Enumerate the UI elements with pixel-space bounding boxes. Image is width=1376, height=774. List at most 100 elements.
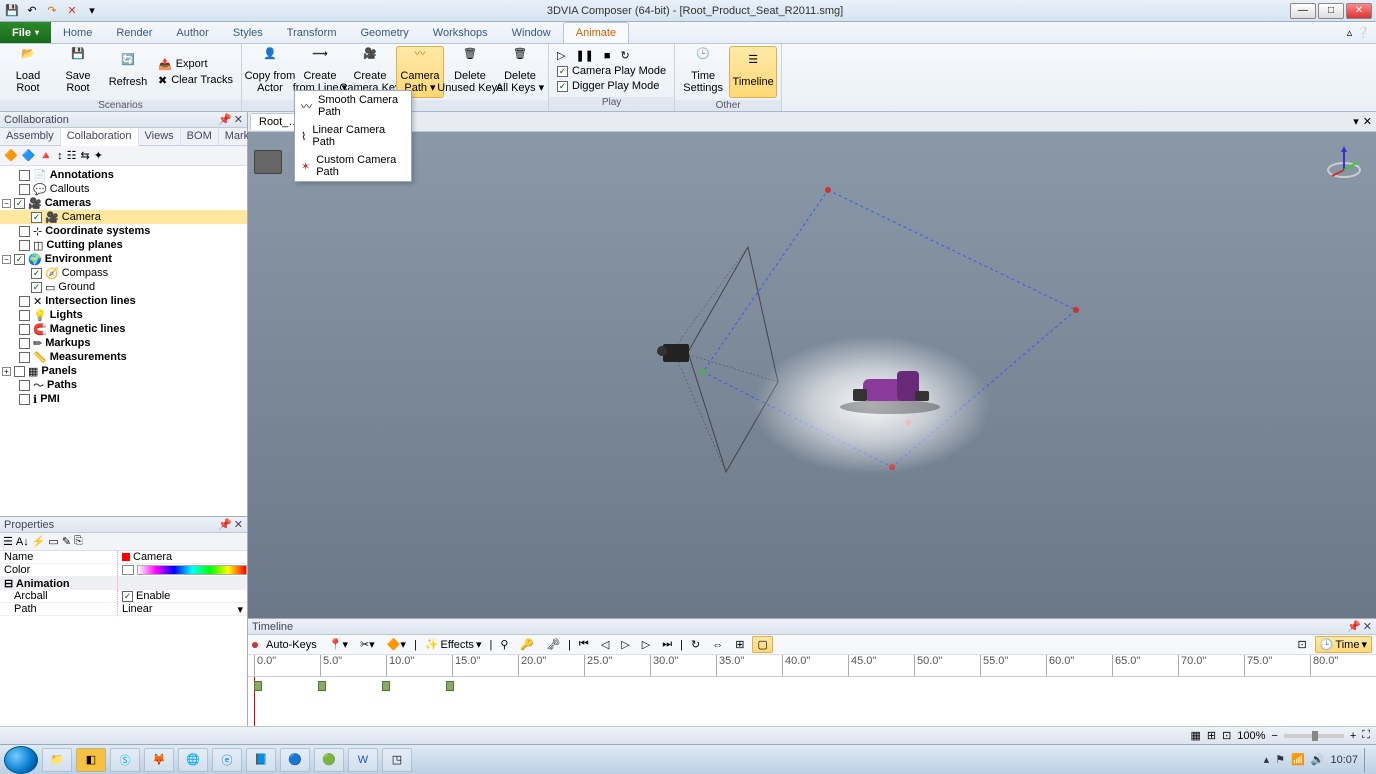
close-button[interactable]: ✕	[1346, 3, 1372, 19]
status-icon[interactable]: ▦	[1190, 729, 1200, 742]
viewport-compass[interactable]	[1324, 142, 1364, 182]
product-model[interactable]	[835, 365, 945, 415]
prop-row-name[interactable]: NameCamera	[0, 551, 247, 564]
tree-camera-item[interactable]: ✓🎥Camera	[0, 210, 247, 224]
loop-icon[interactable]: ↻	[617, 48, 634, 63]
show-desktop-button[interactable]	[1364, 748, 1372, 772]
taskbar-ie-icon[interactable]: ⓔ	[212, 748, 242, 772]
digger-play-mode-checkbox[interactable]: ✓Digger Play Mode	[553, 79, 670, 93]
maximize-button[interactable]: □	[1318, 3, 1344, 19]
tree-panels[interactable]: +▦Panels	[0, 364, 247, 378]
tab-styles[interactable]: Styles	[221, 22, 275, 43]
tool-icon[interactable]: 🔷	[22, 149, 36, 162]
prop-tool-icon[interactable]: ☰	[3, 535, 13, 548]
tray-volume-icon[interactable]: 🔊	[1311, 753, 1325, 766]
tab-workshops[interactable]: Workshops	[421, 22, 500, 43]
taskbar-app-icon[interactable]: 🟢	[314, 748, 344, 772]
prop-row-arcball[interactable]: Arcball✓Enable	[0, 590, 247, 603]
tab-window[interactable]: Window	[500, 22, 563, 43]
tree-measurements[interactable]: 📏Measurements	[0, 350, 247, 364]
viewport-menu-icon[interactable]: ▾	[1353, 115, 1359, 128]
taskbar-skype-icon[interactable]: Ⓢ	[110, 748, 140, 772]
panel-close-icon[interactable]: ✕	[234, 518, 243, 531]
time-mode-button[interactable]: 🕒 Time ▾	[1315, 636, 1372, 653]
camera-play-mode-checkbox[interactable]: ✓Camera Play Mode	[553, 64, 670, 78]
taskbar-app-icon[interactable]: ◧	[76, 748, 106, 772]
tl-tool-icon[interactable]: ✂▾	[356, 637, 379, 652]
tl-tool-icon[interactable]: 🔶▾	[383, 637, 410, 652]
taskbar-word-icon[interactable]: W	[348, 748, 378, 772]
smooth-camera-path-item[interactable]: 〰Smooth Camera Path	[295, 91, 411, 121]
prop-tool-icon[interactable]: ▭	[48, 535, 58, 548]
tl-key-icon[interactable]: 🔑	[516, 637, 538, 652]
fullscreen-icon[interactable]: ⛶	[1362, 729, 1370, 742]
status-icon[interactable]: ⊞	[1207, 729, 1216, 742]
qat-close-icon[interactable]: ✕	[64, 3, 80, 19]
subtab-bom[interactable]: BOM	[181, 128, 219, 145]
tl-marker-icon[interactable]: ▢	[752, 636, 772, 653]
viewport-close-icon[interactable]: ✕	[1363, 115, 1372, 128]
tab-transform[interactable]: Transform	[275, 22, 349, 43]
pin-icon[interactable]: 📌	[218, 518, 232, 531]
prop-tool-icon[interactable]: ⚡	[32, 535, 46, 548]
qat-undo-icon[interactable]: ↶	[24, 3, 40, 19]
tree-markups[interactable]: ✏Markups	[0, 336, 247, 350]
tab-geometry[interactable]: Geometry	[349, 22, 421, 43]
tree-callouts[interactable]: 💬Callouts	[0, 182, 247, 196]
tl-loop-icon[interactable]: ↻	[687, 637, 704, 652]
tree-ground[interactable]: ✓▭Ground	[0, 280, 247, 294]
subtab-views[interactable]: Views	[139, 128, 181, 145]
tree-paths[interactable]: 〜Paths	[0, 378, 247, 392]
tray-up-icon[interactable]: ▴	[1264, 753, 1270, 766]
tl-filter-icon[interactable]: ⚲	[496, 637, 512, 652]
prop-tool-icon[interactable]: ⎘	[74, 535, 83, 548]
tree-pmi[interactable]: ℹPMI	[0, 392, 247, 406]
save-root-button[interactable]: 💾Save Root	[54, 46, 102, 98]
time-settings-button[interactable]: 🕒Time Settings	[679, 46, 727, 98]
zoom-in-icon[interactable]: +	[1350, 730, 1356, 742]
tl-key-icon[interactable]: 🗝	[542, 637, 564, 652]
tree-lights[interactable]: 💡Lights	[0, 308, 247, 322]
start-button[interactable]	[4, 746, 38, 774]
zoom-out-icon[interactable]: −	[1271, 730, 1277, 742]
taskbar-chrome-icon[interactable]: 🌐	[178, 748, 208, 772]
pin-icon[interactable]: 📌	[1347, 620, 1361, 633]
custom-camera-path-item[interactable]: ✶Custom Camera Path	[295, 151, 411, 181]
delete-unused-keys-button[interactable]: 🗑Delete Unused Keys	[446, 46, 494, 98]
delete-all-keys-button[interactable]: 🗑Delete All Keys ▾	[496, 46, 544, 98]
pause-icon[interactable]: ❚❚	[571, 48, 597, 63]
tool-icon[interactable]: 🔶	[4, 149, 18, 162]
taskbar-app-icon[interactable]: 🔵	[280, 748, 310, 772]
tree-annotations[interactable]: 📄Annotations	[0, 168, 247, 182]
3d-viewport[interactable]	[248, 132, 1376, 618]
subtab-collaboration[interactable]: Collaboration	[61, 128, 139, 146]
auto-keys-button[interactable]: Auto-Keys	[262, 638, 321, 652]
subtab-assembly[interactable]: Assembly	[0, 128, 61, 145]
tab-render[interactable]: Render	[104, 22, 164, 43]
tab-animate[interactable]: Animate	[563, 22, 629, 43]
play-icon[interactable]: ▷	[553, 48, 569, 63]
qat-redo-icon[interactable]: ↷	[44, 3, 60, 19]
prop-cat-animation[interactable]: ⊟ Animation	[0, 577, 247, 590]
clear-tracks-button[interactable]: ✖Clear Tracks	[154, 73, 237, 88]
keyframe[interactable]	[446, 681, 454, 691]
refresh-button[interactable]: 🔄Refresh	[104, 46, 152, 98]
tl-last-icon[interactable]: ⏭	[658, 637, 676, 652]
pin-icon[interactable]: 📌	[218, 113, 232, 126]
tab-home[interactable]: Home	[51, 22, 104, 43]
linear-camera-path-item[interactable]: ⌇Linear Camera Path	[295, 121, 411, 151]
tool-icon[interactable]: ⇆	[80, 149, 89, 162]
qat-dropdown-icon[interactable]: ▾	[84, 3, 100, 19]
prop-tool-icon[interactable]: ✎	[62, 535, 71, 548]
keyframe[interactable]	[254, 681, 262, 691]
tree-environment[interactable]: −✓🌍Environment	[0, 252, 247, 266]
effects-button[interactable]: ✨ Effects ▾	[421, 637, 486, 652]
tool-icon[interactable]: 🔺	[39, 149, 53, 162]
tl-fit-icon[interactable]: ⊡	[1294, 637, 1311, 652]
tree-cutting-planes[interactable]: ◫Cutting planes	[0, 238, 247, 252]
collaboration-tree[interactable]: 📄Annotations 💬Callouts −✓🎥Cameras ✓🎥Came…	[0, 166, 247, 516]
timeline-button[interactable]: ☰Timeline	[729, 46, 777, 98]
tab-author[interactable]: Author	[164, 22, 220, 43]
tl-play-icon[interactable]: ▷	[617, 637, 633, 652]
tl-snap-icon[interactable]: ⊞	[731, 637, 748, 652]
